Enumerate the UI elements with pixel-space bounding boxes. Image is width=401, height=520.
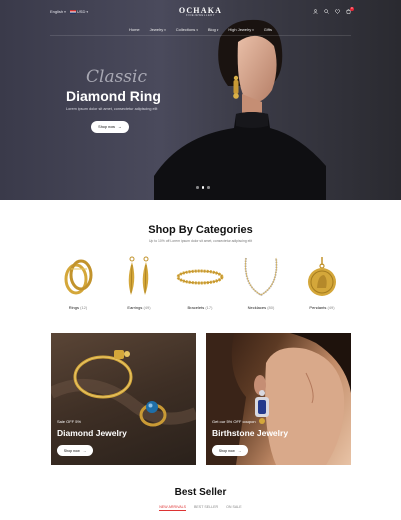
banner-offer-text: Get our 5% OFF coupon <box>212 419 256 424</box>
category-list: Rings (12) Earrings (49) Bracelets (17) … <box>50 255 350 310</box>
search-icon[interactable] <box>324 9 329 14</box>
arrow-right-icon: → <box>237 448 242 453</box>
cart-count-badge: 0 <box>350 7 354 11</box>
banner-button-label: Shop now <box>218 448 235 453</box>
categories-title: Shop By Categories <box>148 224 253 236</box>
promo-banner-diamond[interactable]: Sale OFF 5% Diamond Jewelry Shop now → <box>51 333 196 465</box>
pendant-icon <box>308 257 336 296</box>
earrings-icon <box>128 256 149 295</box>
hero-title: Diamond Ring <box>66 88 161 104</box>
hero-script-text: Classic <box>86 67 147 87</box>
nav-item-home[interactable]: Home <box>129 27 140 32</box>
banner-shop-now-button[interactable]: Shop now → <box>57 445 93 456</box>
nav-label: Home <box>128 27 140 32</box>
nav-label: Gifts <box>263 27 273 32</box>
hero-banner: English ▾ USD ▾ OCHAKA FINEJEWELLERY 0 H… <box>0 0 401 200</box>
nav-item-high-jewelry[interactable]: High Jewelry ▾ <box>228 27 253 32</box>
categories-subtitle: Up to 10% off Lorem ipsum dolor sit amet… <box>148 239 253 243</box>
hero-shop-now-button[interactable]: Shop now → <box>91 121 129 133</box>
necklace-icon <box>244 257 278 297</box>
nav-divider <box>50 35 351 36</box>
chevron-down-icon: ▾ <box>164 27 166 32</box>
tab-on-sale[interactable]: ON SALE <box>226 505 242 511</box>
nav-item-gifts[interactable]: Gifts <box>264 27 272 32</box>
nav-label: Collections <box>175 27 196 32</box>
banner-button-label: Shop now <box>63 448 80 453</box>
category-item-necklaces[interactable]: Necklaces (80) <box>233 255 289 310</box>
nav-label: High Jewelry <box>228 27 252 32</box>
main-nav: Home Jewelry ▾ Collections ▾ Blog ▾ High Jewelr… <box>0 27 401 32</box>
promo-banner-birthstone[interactable]: Get our 5% OFF coupon Birthstone Jewelry… <box>206 333 351 465</box>
category-label: Necklaces (80) <box>247 305 275 310</box>
arrow-right-icon: → <box>82 448 87 453</box>
cart-icon[interactable]: 0 <box>346 7 354 14</box>
nav-label: Jewelry <box>149 27 164 32</box>
nav-item-jewelry[interactable]: Jewelry ▾ <box>150 27 166 32</box>
chevron-down-icon: ▾ <box>196 27 198 32</box>
nav-item-blog[interactable]: Blog ▾ <box>208 27 219 32</box>
category-label: Pendants (49) <box>309 305 335 310</box>
best-seller-tabs: NEW ARRIVALS BEST SELLER ON SALE <box>0 505 401 511</box>
slider-dot[interactable] <box>201 186 204 189</box>
tab-new-arrivals[interactable]: NEW ARRIVALS <box>159 505 186 511</box>
banner-title: Birthstone Jewelry <box>212 428 289 438</box>
chevron-down-icon: ▾ <box>252 27 254 32</box>
top-bar: English ▾ USD ▾ OCHAKA FINEJEWELLERY 0 <box>0 6 401 18</box>
hero-model-image <box>154 19 326 200</box>
best-seller-title: Best Seller <box>174 487 227 498</box>
slider-dot[interactable] <box>196 186 199 189</box>
ring-icon <box>64 259 93 295</box>
category-item-rings[interactable]: Rings (12) <box>50 255 106 310</box>
category-item-bracelets[interactable]: Bracelets (17) <box>172 255 228 310</box>
bracelet-icon <box>176 269 224 285</box>
slider-dot[interactable] <box>207 186 210 189</box>
chevron-down-icon: ▾ <box>216 27 219 32</box>
slider-dots <box>196 186 210 189</box>
nav-item-collections[interactable]: Collections ▾ <box>176 27 198 32</box>
banner-title: Diamond Jewelry <box>57 428 127 438</box>
nav-label: Blog <box>207 27 216 32</box>
banner-offer-text: Sale OFF 5% <box>57 419 82 424</box>
hero-subtitle: Lorem ipsum dolor sit amet, consectetur … <box>66 107 158 111</box>
account-icon[interactable] <box>313 9 318 14</box>
hero-button-label: Shop now <box>98 125 116 129</box>
header-icons: 0 <box>313 7 354 14</box>
arrow-right-icon: → <box>118 125 122 129</box>
logo-tagline: FINEJEWELLERY <box>185 14 216 17</box>
category-item-earrings[interactable]: Earrings (49) <box>111 255 167 310</box>
category-label: Earrings (49) <box>127 305 151 310</box>
banner-shop-now-button[interactable]: Shop now → <box>212 445 248 456</box>
category-item-pendants[interactable]: Pendants (49) <box>294 255 350 310</box>
tab-best-seller[interactable]: BEST SELLER <box>194 505 218 511</box>
wishlist-icon[interactable] <box>335 9 340 14</box>
category-label: Bracelets (17) <box>187 305 213 310</box>
category-label: Rings (12) <box>68 305 88 310</box>
